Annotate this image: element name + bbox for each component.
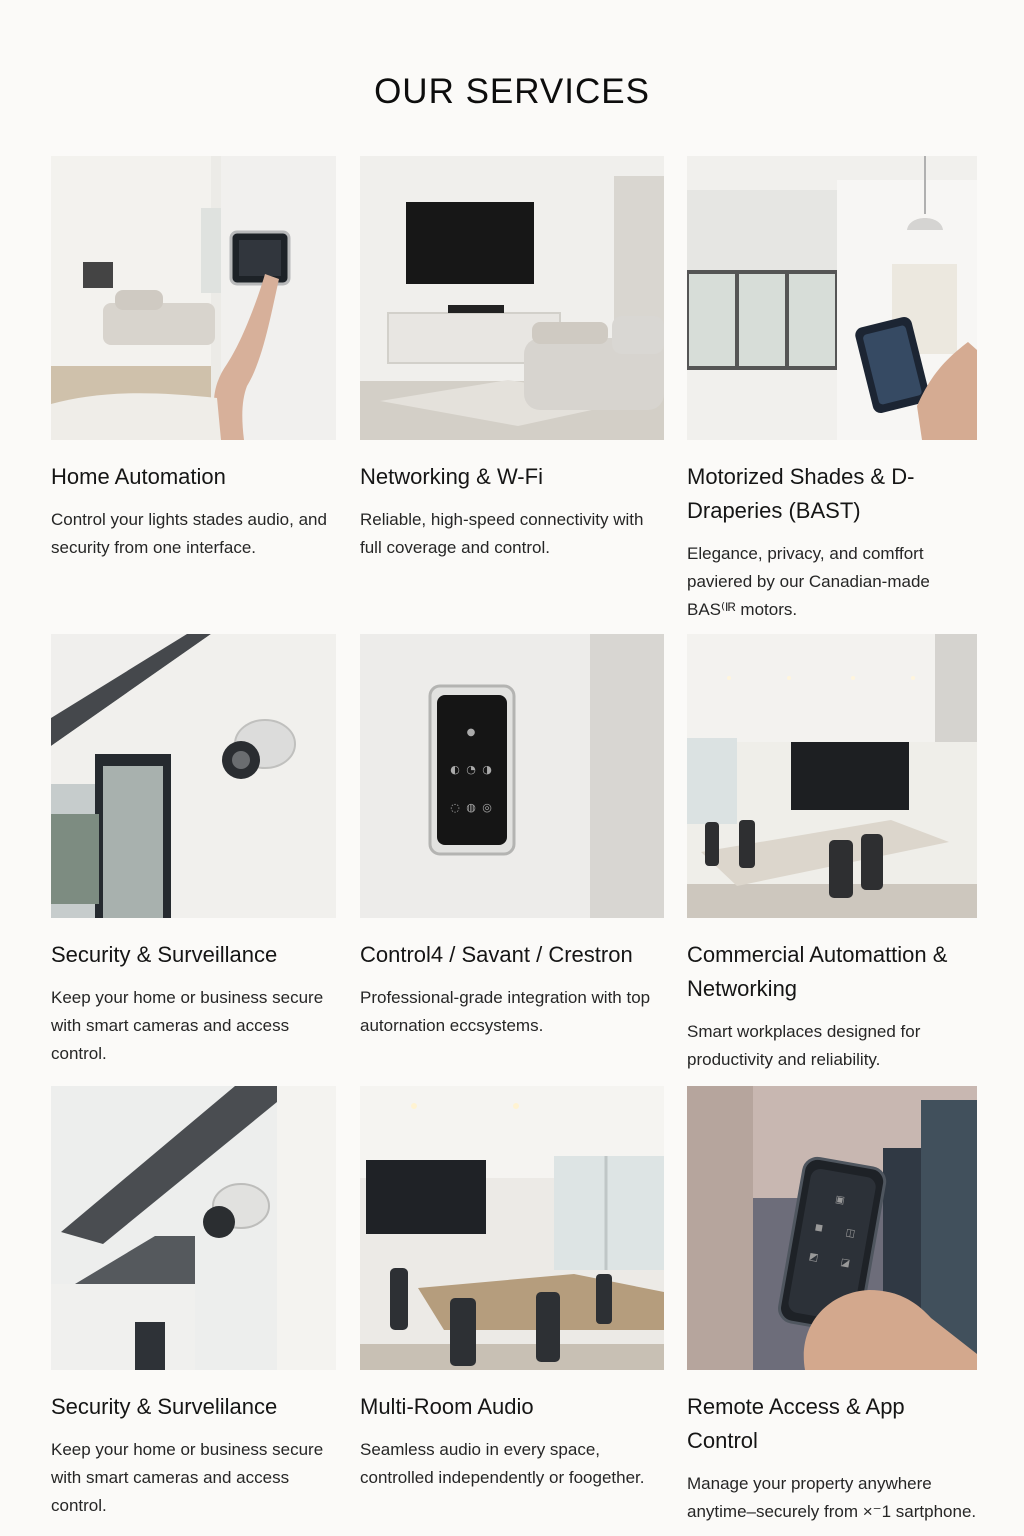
card-title: Security & Survelilance <box>51 1394 278 1419</box>
svg-text:◔: ◔ <box>466 763 476 776</box>
svg-text:◑: ◑ <box>482 763 492 776</box>
svg-text:▣: ▣ <box>834 1194 845 1206</box>
card-description: Smart workplaces designed for productivi… <box>687 1022 921 1069</box>
card-description: Elegance, privacy, and comffort paviered… <box>687 544 930 619</box>
svg-text:◐: ◐ <box>450 763 460 776</box>
security-surveillance-image-secondary <box>51 1086 336 1370</box>
svg-text:●: ● <box>467 727 476 738</box>
multi-room-audio-image <box>360 1086 664 1370</box>
svg-text:◫: ◫ <box>845 1227 856 1239</box>
motorized-shades-image <box>687 156 977 440</box>
card-description: Reliable, high-speed connectivity with f… <box>360 510 644 557</box>
networking-wifi-image <box>360 156 664 440</box>
service-card-motorized-shades[interactable]: Motorized Shades & D-Draperies (BAST) El… <box>687 156 977 624</box>
card-title: Multi-Room Audio <box>360 1394 534 1419</box>
card-description: Professional-grade integration with top … <box>360 988 651 1035</box>
service-card-home-automation[interactable]: Home Automation Control your lights stad… <box>51 156 336 562</box>
control4-savant-crestron-image: ● ◐ ◔ ◑ ◌ ◍ ◎ <box>360 634 664 918</box>
svg-text:◍: ◍ <box>466 801 476 814</box>
card-description: Keep your home or business secure with s… <box>51 1440 324 1515</box>
svg-text:◪: ◪ <box>840 1257 851 1269</box>
card-description: Manage your property anywhere anytime–se… <box>687 1474 977 1521</box>
svg-text:◎: ◎ <box>482 801 492 814</box>
service-card-remote-access-app-control[interactable]: ▣ ◼ ◫ ◩ ◪ Remote Access & App Control Ma… <box>687 1086 977 1526</box>
card-title: Control4 / Savant / Crestron <box>360 942 633 967</box>
card-title: Home Automation <box>51 464 226 489</box>
svg-text:◌: ◌ <box>450 801 460 814</box>
page-title: OUR SERVICES <box>374 72 650 111</box>
service-card-security-surveillance[interactable]: Security & Surveillance Keep your home o… <box>51 634 336 1068</box>
service-card-networking-wifi[interactable]: Networking & W-Fi Reliable, high-speed c… <box>360 156 664 562</box>
card-title: Commercial Automattion & Networking <box>687 942 948 1001</box>
home-automation-image <box>51 156 336 440</box>
security-surveillance-image <box>51 634 336 918</box>
card-description: Seamless audio in every space, controlle… <box>360 1440 645 1487</box>
card-title: Networking & W-Fi <box>360 464 543 489</box>
card-description: Control your lights stades audio, and se… <box>51 510 327 557</box>
card-title: Security & Surveillance <box>51 942 278 967</box>
card-title: Motorized Shades & D-Draperies (BAST) <box>687 464 915 523</box>
card-description: Keep your home or business secure with s… <box>51 988 324 1063</box>
remote-access-app-control-image: ▣ ◼ ◫ ◩ ◪ <box>687 1086 977 1370</box>
service-card-control4-savant-crestron[interactable]: ● ◐ ◔ ◑ ◌ ◍ ◎ Control4 / Savant / Crestr… <box>360 634 664 1040</box>
card-title: Remote Access & App Control <box>687 1394 905 1453</box>
commercial-automation-networking-image <box>687 634 977 918</box>
svg-text:◩: ◩ <box>808 1251 819 1263</box>
service-card-multi-room-audio[interactable]: Multi-Room Audio Seamless audio in every… <box>360 1086 664 1492</box>
service-card-commercial-automation-networking[interactable]: Commercial Automattion & Networking Smar… <box>687 634 977 1074</box>
service-card-security-surveillance-duplicate[interactable]: Security & Survelilance Keep your home o… <box>51 1086 336 1520</box>
